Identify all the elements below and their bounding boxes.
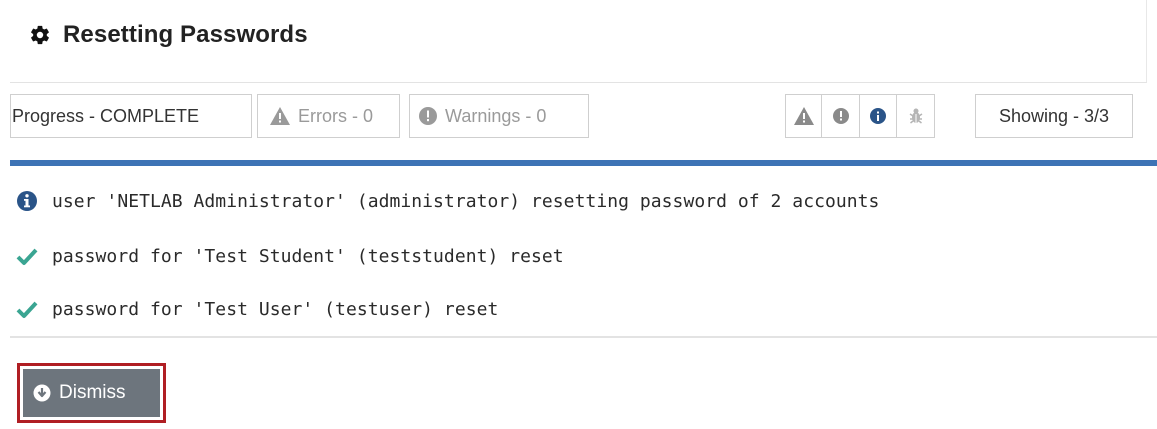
progress-label: Progress - COMPLETE bbox=[12, 105, 200, 126]
check-icon bbox=[16, 248, 38, 265]
progress-status: Progress - COMPLETE bbox=[10, 94, 252, 138]
warnings-button[interactable]: Warnings - 0 bbox=[409, 94, 589, 138]
log-line: password for 'Test User' (testuser) rese… bbox=[10, 289, 1157, 329]
dismiss-highlight: Dismiss bbox=[17, 363, 166, 423]
log-text: user 'NETLAB Administrator' (administrat… bbox=[52, 190, 880, 212]
page-header: Resetting Passwords bbox=[10, 0, 1147, 83]
warning-icon bbox=[270, 107, 290, 125]
log-text: password for 'Test User' (testuser) rese… bbox=[52, 298, 499, 320]
filter-errors-button[interactable] bbox=[822, 94, 860, 138]
page-title: Resetting Passwords bbox=[63, 21, 308, 48]
log-text: password for 'Test Student' (teststudent… bbox=[52, 245, 564, 267]
log-line: password for 'Test Student' (teststudent… bbox=[10, 236, 1157, 276]
log-line: user 'NETLAB Administrator' (administrat… bbox=[10, 181, 1157, 221]
warning-filter-icon bbox=[793, 107, 814, 125]
showing-count: Showing - 3/3 bbox=[975, 94, 1133, 138]
filter-warnings-button[interactable] bbox=[785, 94, 822, 138]
filter-info-button[interactable] bbox=[860, 94, 897, 138]
dismiss-button[interactable]: Dismiss bbox=[23, 369, 160, 417]
exclamation-circle-icon bbox=[419, 107, 437, 125]
info-filter-icon bbox=[870, 108, 886, 124]
errors-label: Errors - 0 bbox=[298, 105, 374, 126]
status-toolbar: Progress - COMPLETE Errors - 0 Warnings … bbox=[10, 94, 1157, 144]
check-icon bbox=[16, 301, 38, 318]
gear-icon bbox=[31, 25, 49, 45]
dismiss-label: Dismiss bbox=[59, 382, 126, 403]
debug-filter-icon bbox=[909, 108, 922, 124]
error-filter-icon bbox=[832, 108, 849, 124]
errors-button[interactable]: Errors - 0 bbox=[257, 94, 400, 138]
log-list: user 'NETLAB Administrator' (administrat… bbox=[10, 166, 1157, 338]
showing-label: Showing - 3/3 bbox=[998, 105, 1110, 126]
warnings-label: Warnings - 0 bbox=[445, 105, 547, 126]
arrow-down-circle-icon bbox=[33, 384, 51, 402]
filter-debug-button[interactable] bbox=[897, 94, 935, 138]
info-icon bbox=[17, 191, 37, 211]
